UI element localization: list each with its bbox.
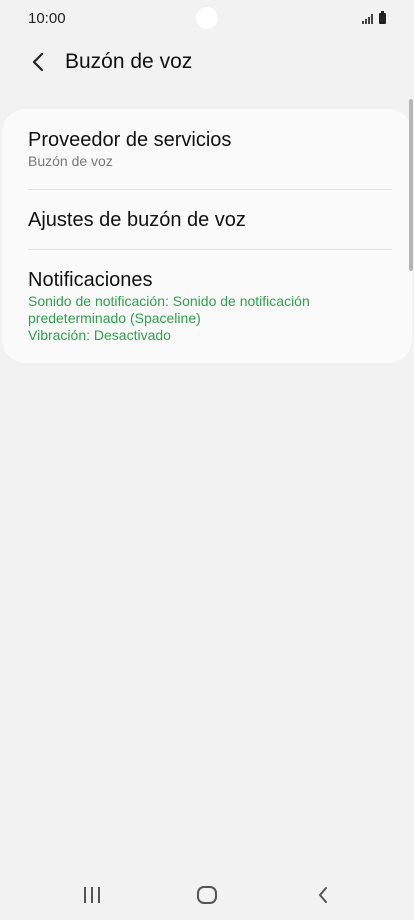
- divider: [28, 249, 392, 250]
- header: Buzón de voz: [0, 40, 414, 88]
- divider: [28, 189, 392, 190]
- navigation-bar: [0, 870, 414, 920]
- back-icon: [319, 887, 327, 903]
- status-time: 10:00: [28, 10, 66, 27]
- back-button[interactable]: [24, 48, 52, 76]
- screen: 10:00 Buzón de voz Proveedor de servicio…: [0, 0, 414, 920]
- status-bar: 10:00: [0, 0, 414, 40]
- settings-card: Proveedor de servicios Buzón de voz Ajus…: [2, 109, 412, 363]
- notification-sound-line-cont: predeterminado (Spaceline): [28, 310, 201, 326]
- page-title: Buzón de voz: [65, 50, 193, 73]
- scrollbar[interactable]: [409, 99, 413, 271]
- nav-back-button[interactable]: [308, 880, 338, 910]
- battery-icon: [379, 11, 386, 24]
- signal-icon: [362, 14, 373, 24]
- camera-cutout: [196, 7, 218, 29]
- voicemail-settings-item[interactable]: Ajustes de buzón de voz: [2, 207, 412, 233]
- recents-icon: [84, 887, 100, 903]
- recents-button[interactable]: [77, 880, 107, 910]
- notification-sound-line: Sonido de notificación: Sonido de notifi…: [28, 293, 310, 309]
- vibration-status: Vibración: Desactivado: [28, 327, 171, 343]
- chevron-left-icon: [32, 52, 44, 72]
- voicemail-settings-title: Ajustes de buzón de voz: [28, 209, 246, 231]
- service-provider-subtitle: Buzón de voz: [28, 153, 113, 169]
- status-icons: [362, 11, 386, 24]
- notifications-title: Notificaciones: [28, 269, 153, 291]
- home-button[interactable]: [192, 880, 222, 910]
- service-provider-title: Proveedor de servicios: [28, 129, 232, 151]
- service-provider-item[interactable]: Proveedor de servicios Buzón de voz: [2, 127, 412, 170]
- home-icon: [197, 886, 217, 904]
- notifications-item[interactable]: Notificaciones Sonido de notificación: S…: [2, 267, 412, 344]
